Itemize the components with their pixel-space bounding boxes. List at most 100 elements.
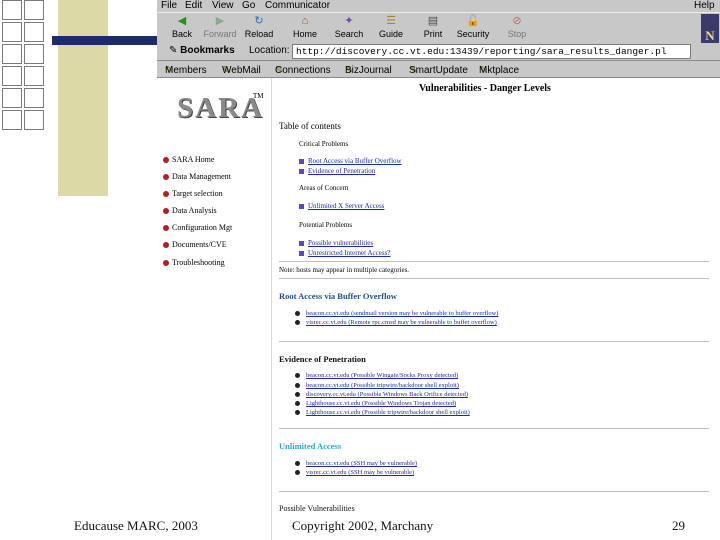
bullet-icon — [163, 225, 169, 232]
list-item[interactable]: Lighthouse.cc.vt.edu (Possible Windows T… — [295, 400, 456, 407]
bullet-icon — [299, 240, 304, 246]
reload-icon: ↻ — [254, 15, 264, 27]
concern-heading: Areas of Concern — [299, 184, 349, 192]
bullet-icon — [163, 208, 169, 215]
print-button[interactable]: ▤ Print — [415, 15, 451, 39]
sidebar-item-target-selection[interactable]: Target selection — [163, 189, 223, 198]
potential-heading: Potential Problems — [299, 221, 353, 229]
menu-go[interactable]: Go — [242, 0, 255, 12]
section-title-root-access: Root Access via Buffer Overflow — [279, 291, 397, 301]
bullet-icon — [295, 320, 300, 326]
bullet-icon — [295, 410, 300, 416]
location-bar: ✎ Bookmarks Location: http://discovery.c… — [157, 43, 720, 61]
list-item[interactable]: beacon.cc.vt.edu (sendmail version may b… — [295, 310, 498, 317]
search-button[interactable]: ✦ Search — [331, 15, 367, 39]
stop-button[interactable]: ⊘ Stop — [499, 15, 535, 39]
bullet-icon — [295, 470, 300, 476]
bullet-icon — [163, 191, 169, 198]
bullet-icon — [295, 311, 300, 317]
bullet-icon — [295, 373, 300, 379]
section-title-possible: Possible Vulnerabilities — [279, 504, 355, 513]
page-title: Vulnerabilities - Danger Levels — [419, 83, 551, 94]
menu-file[interactable]: File — [161, 0, 177, 12]
footer-left: Educause MARC, 2003 — [74, 518, 198, 533]
slide-decoration-navy-line — [52, 36, 158, 45]
search-icon: ✦ — [344, 15, 354, 27]
page-content: SARA TM SARA Home Data Management Target… — [157, 78, 720, 540]
home-icon: ⌂ — [301, 15, 309, 27]
divider — [279, 341, 709, 342]
footer-center: Copyright 2002, Marchany — [292, 518, 434, 533]
home-button[interactable]: ⌂ Home — [287, 15, 323, 39]
guide-icon: ☰ — [386, 15, 396, 27]
list-item[interactable]: Lighthouse.cc.vt.edu (Possible tripwire/… — [295, 409, 470, 416]
page-number: 29 — [672, 518, 685, 533]
bullet-icon — [163, 242, 169, 249]
bookmarks-button[interactable]: ✎ Bookmarks — [169, 45, 235, 56]
slide-decoration-grid — [0, 0, 52, 145]
bullet-icon — [295, 392, 300, 398]
browser-window: File Edit View Go Communicator Help ◀ Bac… — [157, 0, 720, 540]
list-item[interactable]: visrec.cc.vt.edu (Remote rpc.cmsd may be… — [295, 319, 497, 326]
security-button[interactable]: 🔓 Security — [455, 15, 491, 39]
back-arrow-icon: ◀ — [177, 15, 187, 27]
divider — [279, 261, 709, 262]
forward-arrow-icon: ▶ — [215, 15, 225, 27]
bullet-icon — [163, 157, 169, 164]
bullet-icon — [299, 158, 304, 164]
list-item[interactable]: discovery.cc.vt.edu (Possible Windows Ba… — [295, 391, 468, 398]
location-label: Location: — [249, 45, 290, 56]
print-icon: ▤ — [427, 15, 439, 27]
divider — [279, 278, 709, 279]
menu-help[interactable]: Help — [694, 0, 715, 12]
menu-bar: File Edit View Go Communicator Help — [157, 0, 720, 12]
bullet-icon — [163, 174, 169, 181]
toc-link-penetration[interactable]: Evidence of Penetration — [299, 167, 375, 175]
list-item[interactable]: beacon.cc.vt.edu (SSH may be vulnerable) — [295, 460, 417, 467]
section-title-unlimited: Unlimited Access — [279, 441, 342, 451]
security-lock-icon: 🔓 — [466, 15, 480, 27]
bullet-icon — [163, 260, 169, 267]
toc-link-root-access[interactable]: Root Access via Buffer Overflow — [299, 157, 402, 165]
note-text: Note: hosts may appear in multiple categ… — [279, 266, 410, 274]
sara-sidebar: SARA TM SARA Home Data Management Target… — [157, 78, 272, 540]
personal-toolbar: ✎ Members ✎ WebMail ✎ Connections ✎ BizJo… — [157, 61, 720, 78]
bullet-icon — [299, 203, 304, 209]
toc-link-internet-access[interactable]: Unrestricted Internet Access? — [299, 249, 390, 257]
forward-button[interactable]: ▶ Forward — [202, 15, 238, 39]
report-main: Vulnerabilities - Danger Levels Table of… — [279, 78, 720, 540]
list-item[interactable]: beacon.cc.vt.edu (Possible Wingate/Socks… — [295, 372, 458, 379]
menu-communicator[interactable]: Communicator — [265, 0, 330, 12]
bullet-icon — [295, 401, 300, 407]
sidebar-item-troubleshooting[interactable]: Troubleshooting — [163, 258, 225, 267]
sidebar-item-documents[interactable]: Documents/CVE — [163, 240, 227, 249]
bullet-icon — [295, 461, 300, 467]
sidebar-item-data-management[interactable]: Data Management — [163, 172, 231, 181]
sidebar-item-sara-home[interactable]: SARA Home — [163, 155, 214, 164]
divider — [279, 428, 709, 429]
trademark-mark: TM — [253, 92, 264, 100]
list-item[interactable]: beacon.cc.vt.edu (Possible tripwire/back… — [295, 382, 459, 389]
menu-view[interactable]: View — [212, 0, 234, 12]
sidebar-item-configuration[interactable]: Configuration Mgt — [163, 223, 232, 232]
bullet-icon — [299, 250, 304, 256]
slide-decoration-tan-bar — [58, 0, 108, 196]
guide-button[interactable]: ☰ Guide — [373, 15, 409, 39]
sara-logo: SARA — [177, 92, 264, 124]
back-button[interactable]: ◀ Back — [164, 15, 200, 39]
bullet-icon — [295, 383, 300, 389]
divider — [279, 491, 709, 492]
menu-edit[interactable]: Edit — [185, 0, 202, 12]
critical-heading: Critical Problems — [299, 140, 349, 148]
toc-link-x-server[interactable]: Unlimited X Server Access — [299, 202, 384, 210]
section-title-penetration: Evidence of Penetration — [279, 354, 366, 364]
bullet-icon — [299, 168, 304, 174]
toc-heading: Table of contents — [279, 121, 341, 131]
sidebar-item-data-analysis[interactable]: Data Analysis — [163, 206, 217, 215]
toc-link-possible-vuln[interactable]: Possible vulnerabilities — [299, 239, 373, 247]
navigation-toolbar: ◀ Back ▶ Forward ↻ Reload ⌂ Home ✦ Search ☰ Gu… — [157, 12, 720, 44]
url-field[interactable]: http://discovery.cc.vt.edu:13439/reporti… — [292, 44, 691, 59]
stop-icon: ⊘ — [512, 15, 522, 27]
list-item[interactable]: visrec.cc.vt.edu (SSH may be vulnerable) — [295, 469, 414, 476]
reload-button[interactable]: ↻ Reload — [241, 15, 277, 39]
